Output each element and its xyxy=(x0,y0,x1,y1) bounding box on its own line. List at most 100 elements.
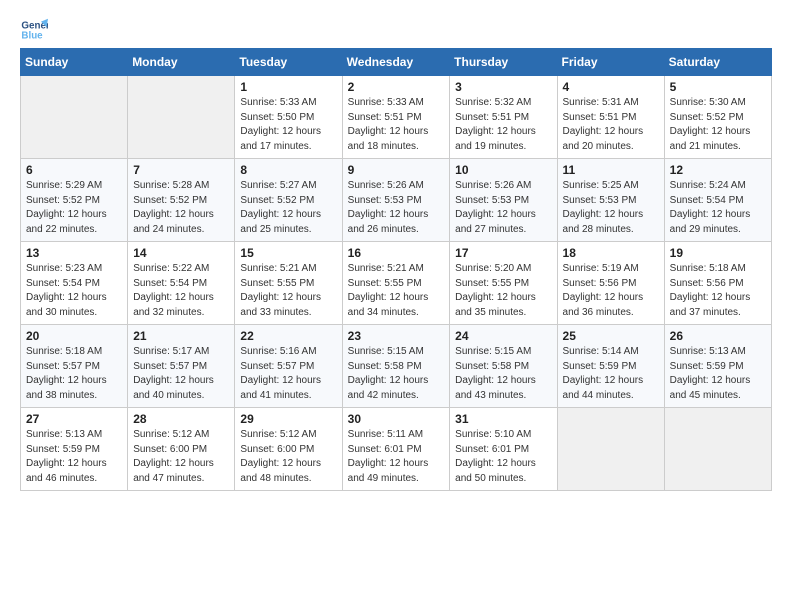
day-info: Sunrise: 5:12 AM Sunset: 6:00 PM Dayligh… xyxy=(240,428,336,486)
calendar-cell: 20 Sunrise: 5:18 AM Sunset: 5:57 PM Dayli… xyxy=(21,325,128,408)
calendar-cell: 4Sunrise: 5:31 AM Sunset: 5:51 PM Daylig… xyxy=(557,76,664,159)
day-info: Sunrise: 5:13 AM Sunset: 5:59 PM Dayligh… xyxy=(670,345,766,403)
calendar-week-row: 13 Sunrise: 5:23 AM Sunset: 5:54 PM Dayli… xyxy=(21,242,772,325)
day-info: Sunrise: 5:31 AM Sunset: 5:51 PM Dayligh… xyxy=(563,96,659,154)
day-info: Sunrise: 5:10 AM Sunset: 6:01 PM Dayligh… xyxy=(455,428,551,486)
calendar-header-row: SundayMondayTuesdayWednesdayThursdayFrid… xyxy=(21,49,772,76)
day-number: 3 xyxy=(455,80,551,94)
calendar-cell xyxy=(557,408,664,491)
calendar-cell: 7 Sunrise: 5:28 AM Sunset: 5:52 PM Daylig… xyxy=(128,159,235,242)
day-number: 25 xyxy=(563,329,659,343)
calendar-cell: 18 Sunrise: 5:19 AM Sunset: 5:56 PM Dayli… xyxy=(557,242,664,325)
day-number: 26 xyxy=(670,329,766,343)
page-header: General Blue xyxy=(20,16,772,44)
calendar-week-row: 20 Sunrise: 5:18 AM Sunset: 5:57 PM Dayli… xyxy=(21,325,772,408)
day-info: Sunrise: 5:21 AM Sunset: 5:55 PM Dayligh… xyxy=(348,262,445,320)
day-number: 29 xyxy=(240,412,336,426)
day-info: Sunrise: 5:26 AM Sunset: 5:53 PM Dayligh… xyxy=(348,179,445,237)
calendar-cell xyxy=(21,76,128,159)
day-info: Sunrise: 5:32 AM Sunset: 5:51 PM Dayligh… xyxy=(455,96,551,154)
calendar-cell: 14 Sunrise: 5:22 AM Sunset: 5:54 PM Dayli… xyxy=(128,242,235,325)
day-number: 17 xyxy=(455,246,551,260)
calendar-cell: 24 Sunrise: 5:15 AM Sunset: 5:58 PM Dayli… xyxy=(450,325,557,408)
day-number: 24 xyxy=(455,329,551,343)
day-number: 10 xyxy=(455,163,551,177)
day-of-week-header: Tuesday xyxy=(235,49,342,76)
day-number: 23 xyxy=(348,329,445,343)
calendar-cell: 21 Sunrise: 5:17 AM Sunset: 5:57 PM Dayli… xyxy=(128,325,235,408)
calendar-cell: 23Sunrise: 5:15 AM Sunset: 5:58 PM Dayli… xyxy=(342,325,450,408)
calendar-cell: 3 Sunrise: 5:32 AM Sunset: 5:51 PM Daylig… xyxy=(450,76,557,159)
day-info: Sunrise: 5:26 AM Sunset: 5:53 PM Dayligh… xyxy=(455,179,551,237)
logo: General Blue xyxy=(20,16,48,44)
day-number: 27 xyxy=(26,412,122,426)
day-number: 20 xyxy=(26,329,122,343)
logo-icon: General Blue xyxy=(20,16,48,44)
day-info: Sunrise: 5:21 AM Sunset: 5:55 PM Dayligh… xyxy=(240,262,336,320)
day-number: 31 xyxy=(455,412,551,426)
day-number: 16 xyxy=(348,246,445,260)
day-info: Sunrise: 5:20 AM Sunset: 5:55 PM Dayligh… xyxy=(455,262,551,320)
calendar-cell: 26 Sunrise: 5:13 AM Sunset: 5:59 PM Dayli… xyxy=(664,325,771,408)
calendar-week-row: 1Sunrise: 5:33 AM Sunset: 5:50 PM Daylig… xyxy=(21,76,772,159)
day-number: 8 xyxy=(240,163,336,177)
day-info: Sunrise: 5:24 AM Sunset: 5:54 PM Dayligh… xyxy=(670,179,766,237)
day-number: 9 xyxy=(348,163,445,177)
day-info: Sunrise: 5:14 AM Sunset: 5:59 PM Dayligh… xyxy=(563,345,659,403)
day-number: 14 xyxy=(133,246,229,260)
calendar-cell: 30 Sunrise: 5:11 AM Sunset: 6:01 PM Dayli… xyxy=(342,408,450,491)
day-number: 5 xyxy=(670,80,766,94)
calendar-cell: 5 Sunrise: 5:30 AM Sunset: 5:52 PM Daylig… xyxy=(664,76,771,159)
day-info: Sunrise: 5:13 AM Sunset: 5:59 PM Dayligh… xyxy=(26,428,122,486)
calendar-cell: 27 Sunrise: 5:13 AM Sunset: 5:59 PM Dayli… xyxy=(21,408,128,491)
calendar-cell: 29 Sunrise: 5:12 AM Sunset: 6:00 PM Dayli… xyxy=(235,408,342,491)
day-number: 6 xyxy=(26,163,122,177)
day-number: 28 xyxy=(133,412,229,426)
day-number: 30 xyxy=(348,412,445,426)
day-info: Sunrise: 5:27 AM Sunset: 5:52 PM Dayligh… xyxy=(240,179,336,237)
day-info: Sunrise: 5:29 AM Sunset: 5:52 PM Dayligh… xyxy=(26,179,122,237)
calendar-cell xyxy=(128,76,235,159)
day-number: 19 xyxy=(670,246,766,260)
calendar-cell: 17 Sunrise: 5:20 AM Sunset: 5:55 PM Dayli… xyxy=(450,242,557,325)
day-number: 1 xyxy=(240,80,336,94)
day-info: Sunrise: 5:30 AM Sunset: 5:52 PM Dayligh… xyxy=(670,96,766,154)
day-of-week-header: Friday xyxy=(557,49,664,76)
day-of-week-header: Thursday xyxy=(450,49,557,76)
day-number: 12 xyxy=(670,163,766,177)
day-number: 18 xyxy=(563,246,659,260)
calendar-cell: 9 Sunrise: 5:26 AM Sunset: 5:53 PM Daylig… xyxy=(342,159,450,242)
calendar-week-row: 27 Sunrise: 5:13 AM Sunset: 5:59 PM Dayli… xyxy=(21,408,772,491)
day-info: Sunrise: 5:18 AM Sunset: 5:57 PM Dayligh… xyxy=(26,345,122,403)
calendar-cell: 11 Sunrise: 5:25 AM Sunset: 5:53 PM Dayli… xyxy=(557,159,664,242)
calendar-cell: 19 Sunrise: 5:18 AM Sunset: 5:56 PM Dayli… xyxy=(664,242,771,325)
calendar-cell xyxy=(664,408,771,491)
calendar-table: SundayMondayTuesdayWednesdayThursdayFrid… xyxy=(20,48,772,491)
calendar-cell: 25 Sunrise: 5:14 AM Sunset: 5:59 PM Dayli… xyxy=(557,325,664,408)
day-info: Sunrise: 5:25 AM Sunset: 5:53 PM Dayligh… xyxy=(563,179,659,237)
calendar-cell: 1Sunrise: 5:33 AM Sunset: 5:50 PM Daylig… xyxy=(235,76,342,159)
day-info: Sunrise: 5:19 AM Sunset: 5:56 PM Dayligh… xyxy=(563,262,659,320)
calendar-cell: 10 Sunrise: 5:26 AM Sunset: 5:53 PM Dayli… xyxy=(450,159,557,242)
day-number: 2 xyxy=(348,80,445,94)
day-number: 7 xyxy=(133,163,229,177)
calendar-cell: 28 Sunrise: 5:12 AM Sunset: 6:00 PM Dayli… xyxy=(128,408,235,491)
calendar-cell: 8 Sunrise: 5:27 AM Sunset: 5:52 PM Daylig… xyxy=(235,159,342,242)
day-info: Sunrise: 5:22 AM Sunset: 5:54 PM Dayligh… xyxy=(133,262,229,320)
svg-text:Blue: Blue xyxy=(21,30,43,41)
day-info: Sunrise: 5:11 AM Sunset: 6:01 PM Dayligh… xyxy=(348,428,445,486)
day-info: Sunrise: 5:28 AM Sunset: 5:52 PM Dayligh… xyxy=(133,179,229,237)
day-of-week-header: Sunday xyxy=(21,49,128,76)
calendar-cell: 12 Sunrise: 5:24 AM Sunset: 5:54 PM Dayli… xyxy=(664,159,771,242)
calendar-cell: 16 Sunrise: 5:21 AM Sunset: 5:55 PM Dayli… xyxy=(342,242,450,325)
day-info: Sunrise: 5:15 AM Sunset: 5:58 PM Dayligh… xyxy=(455,345,551,403)
day-info: Sunrise: 5:12 AM Sunset: 6:00 PM Dayligh… xyxy=(133,428,229,486)
day-number: 13 xyxy=(26,246,122,260)
day-number: 11 xyxy=(563,163,659,177)
day-info: Sunrise: 5:23 AM Sunset: 5:54 PM Dayligh… xyxy=(26,262,122,320)
day-number: 21 xyxy=(133,329,229,343)
calendar-cell: 31 Sunrise: 5:10 AM Sunset: 6:01 PM Dayli… xyxy=(450,408,557,491)
day-info: Sunrise: 5:18 AM Sunset: 5:56 PM Dayligh… xyxy=(670,262,766,320)
day-info: Sunrise: 5:17 AM Sunset: 5:57 PM Dayligh… xyxy=(133,345,229,403)
day-info: Sunrise: 5:16 AM Sunset: 5:57 PM Dayligh… xyxy=(240,345,336,403)
